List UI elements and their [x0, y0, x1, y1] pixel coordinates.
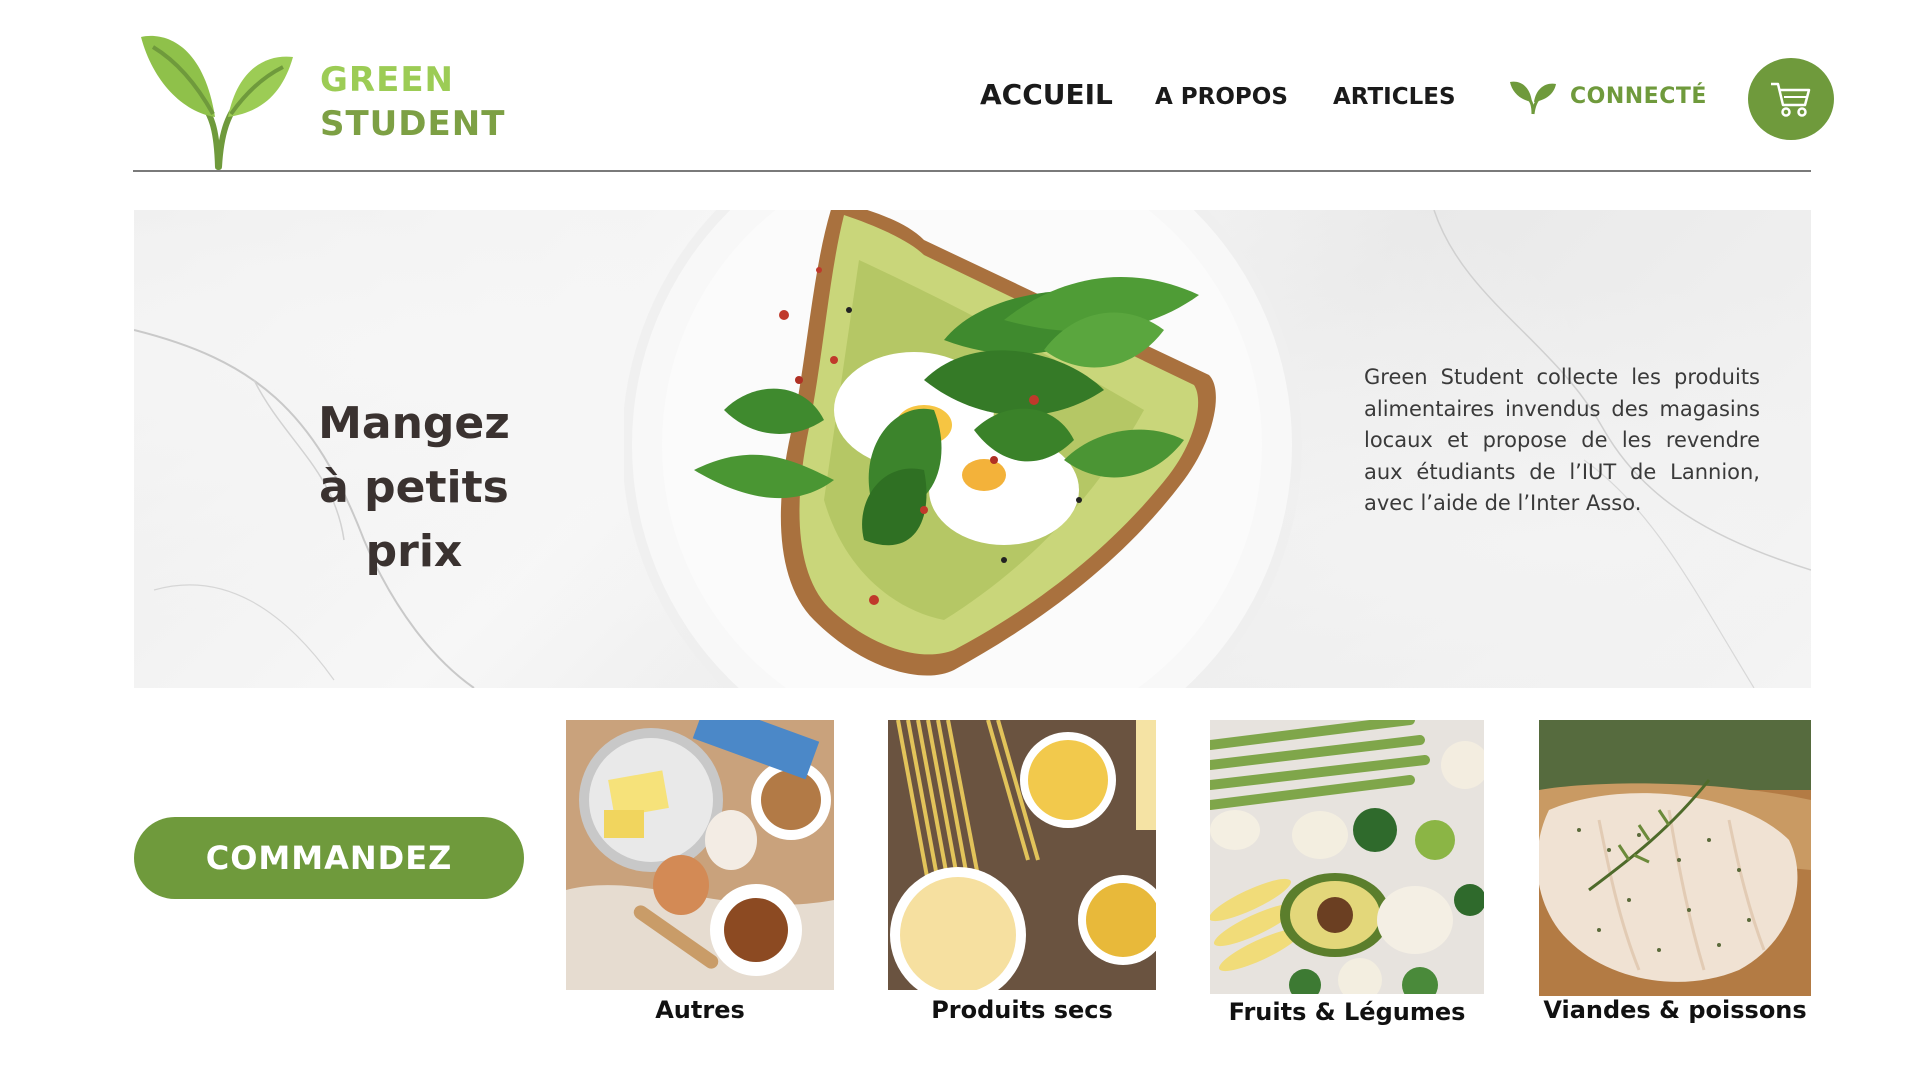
- category-label: Viandes & poissons: [1543, 996, 1807, 1024]
- nav-accueil-link[interactable]: ACCUEIL: [980, 78, 1113, 111]
- header-divider: [133, 170, 1811, 172]
- avocado-toast-image: [624, 210, 1302, 688]
- category-fruits-legumes[interactable]: Fruits & Légumes: [1210, 720, 1484, 1026]
- connect-link[interactable]: CONNECTÉ: [1508, 76, 1707, 116]
- page: GREEN STUDENT ACCUEIL A PROPOS ARTICLES …: [0, 0, 1920, 1080]
- hero-banner: Mangez à petits prix Green Student colle…: [134, 210, 1811, 688]
- order-button[interactable]: COMMANDEZ: [134, 817, 524, 899]
- category-label: Produits secs: [931, 996, 1113, 1024]
- main-nav: ACCUEIL A PROPOS ARTICLES CONNECTÉ: [0, 76, 1920, 116]
- pasta-photo: [888, 720, 1156, 990]
- baking-ingredients-photo: [566, 720, 834, 990]
- sprout-icon: [1510, 81, 1556, 115]
- cart-icon: [1771, 82, 1811, 117]
- hero-title: Mangez à petits prix: [264, 392, 564, 584]
- connect-label: CONNECTÉ: [1570, 83, 1707, 109]
- hero-title-line1: Mangez: [318, 398, 510, 449]
- vegetables-photo: [1210, 720, 1484, 994]
- chicken-photo: [1539, 720, 1811, 996]
- hero-description: Green Student collecte les produits alim…: [1364, 365, 1760, 515]
- category-viandes-poissons[interactable]: Viandes & poissons: [1539, 720, 1811, 1024]
- category-produits-secs[interactable]: Produits secs: [888, 720, 1156, 1024]
- category-label: Autres: [655, 996, 745, 1024]
- nav-articles-link[interactable]: ARTICLES: [1333, 84, 1456, 110]
- category-label: Fruits & Légumes: [1228, 998, 1466, 1026]
- cart-button[interactable]: [1748, 58, 1834, 140]
- hero-title-line2: à petits prix: [319, 462, 509, 577]
- category-autres[interactable]: Autres: [566, 720, 834, 1024]
- nav-a-propos-link[interactable]: A PROPOS: [1155, 84, 1288, 110]
